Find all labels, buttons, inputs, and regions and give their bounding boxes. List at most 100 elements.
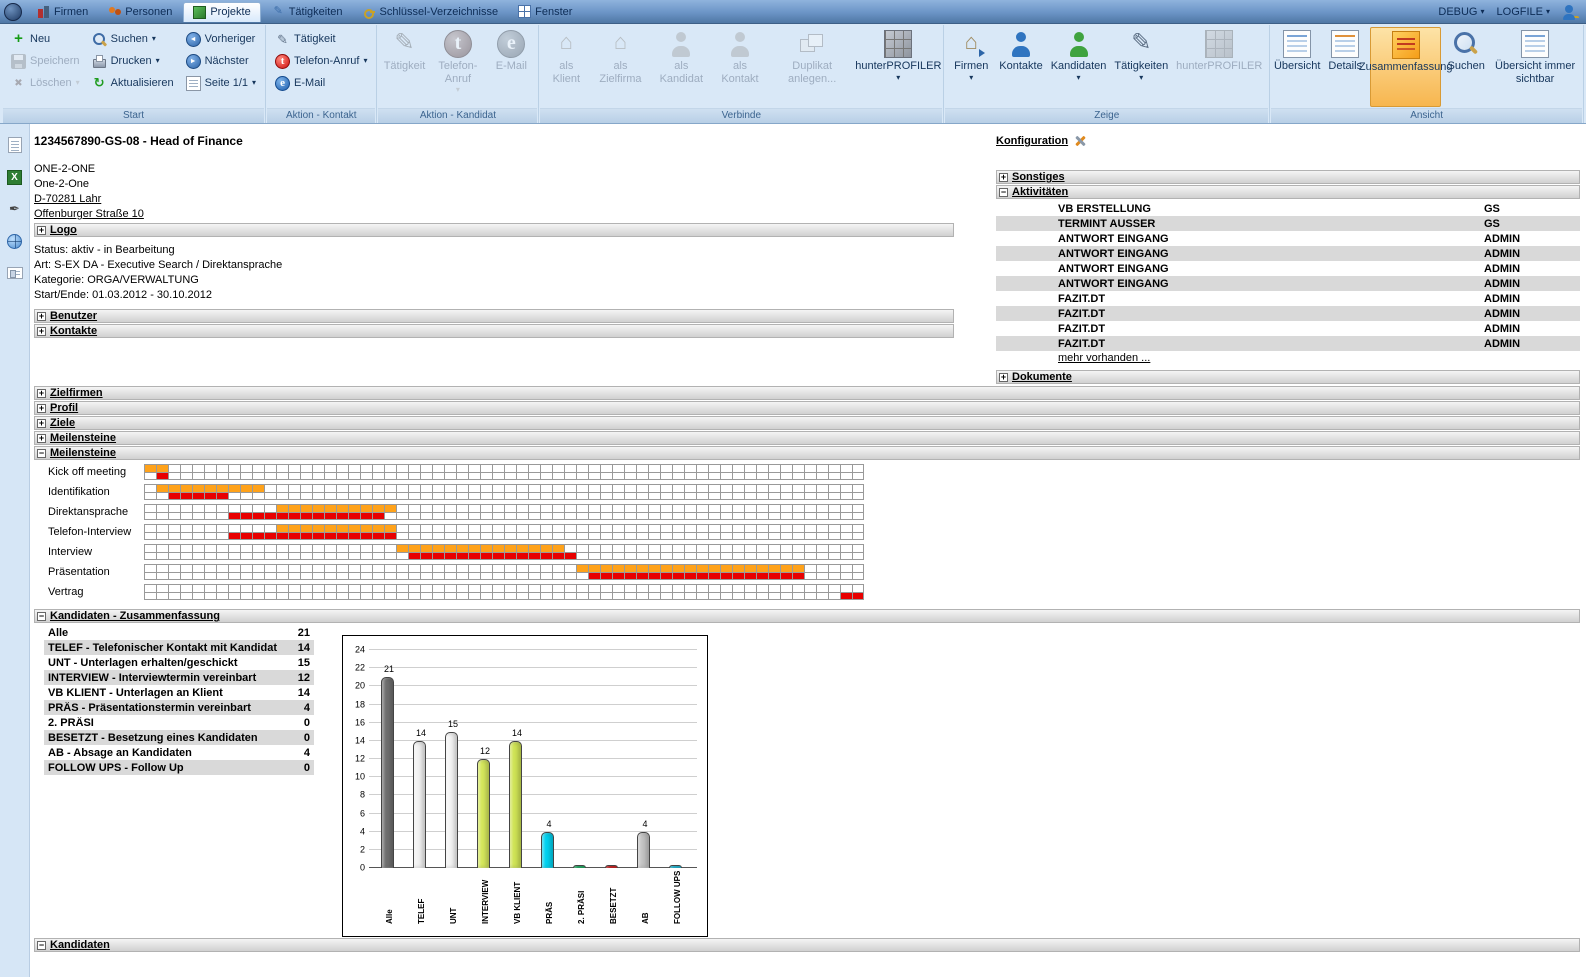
toolbar-button-document-icon[interactable]: [6, 136, 24, 154]
konfiguration-label[interactable]: Konfiguration: [996, 135, 1068, 147]
button-neu[interactable]: Neu: [6, 29, 85, 49]
tab-fenster[interactable]: Fenster: [509, 2, 581, 22]
section-label-logo[interactable]: Logo: [50, 224, 77, 236]
button-als-klient: als Klient: [543, 27, 589, 107]
button-nächster[interactable]: Nächster: [181, 51, 261, 71]
company-street-link[interactable]: Offenburger Straße 10: [34, 207, 954, 222]
app-logo-icon[interactable]: [4, 3, 22, 21]
pencil-icon: [390, 30, 418, 58]
section-label-ziele[interactable]: Ziele: [50, 417, 75, 429]
section-label-kontakte[interactable]: Kontakte: [50, 325, 97, 337]
section-meilensteine-collapsed[interactable]: Meilensteine: [34, 431, 1580, 445]
section-kontakte[interactable]: Kontakte: [34, 324, 954, 338]
section-label-profil[interactable]: Profil: [50, 402, 78, 414]
section-benutzer[interactable]: Benutzer: [34, 309, 954, 323]
expand-icon[interactable]: [37, 389, 46, 398]
activity-row[interactable]: FAZIT.DTADMIN: [996, 336, 1580, 351]
activity-row[interactable]: FAZIT.DTADMIN: [996, 291, 1580, 306]
section-label-dokumente[interactable]: Dokumente: [1012, 371, 1072, 383]
collapse-icon[interactable]: [999, 188, 1008, 197]
activity-row[interactable]: ANTWORT EINGANGADMIN: [996, 276, 1580, 291]
section-kandidaten[interactable]: Kandidaten: [34, 938, 1580, 952]
tab-personen[interactable]: Personen: [99, 2, 181, 22]
section-profil[interactable]: Profil: [34, 401, 1580, 415]
expand-icon[interactable]: [999, 173, 1008, 182]
section-label-aktivitaeten[interactable]: Aktivitäten: [1012, 186, 1068, 198]
activity-row[interactable]: FAZIT.DTADMIN: [996, 306, 1580, 321]
section-ziele[interactable]: Ziele: [34, 416, 1580, 430]
button-e-mail[interactable]: E-Mail: [270, 73, 372, 93]
company-name-2[interactable]: One-2-One: [34, 177, 954, 192]
section-kandidaten-zusammenfassung[interactable]: Kandidaten - Zusammenfassung: [34, 609, 1580, 623]
section-label-kandidaten[interactable]: Kandidaten: [50, 939, 110, 951]
section-label-meilensteine-expanded[interactable]: Meilensteine: [50, 447, 116, 459]
tab-projekte[interactable]: Projekte: [183, 2, 260, 22]
gantt-cell: [756, 532, 768, 540]
section-logo[interactable]: Logo: [34, 223, 954, 237]
section-sonstiges[interactable]: Sonstiges: [996, 170, 1580, 184]
button-firmen[interactable]: Firmen: [948, 27, 994, 107]
section-zielfirmen[interactable]: Zielfirmen: [34, 386, 1580, 400]
button-seite-1-1[interactable]: Seite 1/1: [181, 73, 261, 93]
button-suchen[interactable]: Suchen: [1443, 27, 1489, 107]
gantt-cell: [144, 552, 156, 560]
x-tick-label: INTERVIEW: [481, 880, 490, 924]
expand-icon[interactable]: [37, 434, 46, 443]
section-label-zielfirmen[interactable]: Zielfirmen: [50, 387, 103, 399]
tab-taetigkeiten[interactable]: Tätigkeiten: [263, 2, 352, 22]
more-activities-link[interactable]: mehr vorhanden ...: [996, 351, 1580, 366]
section-label-kandidaten-zusammenfassung[interactable]: Kandidaten - Zusammenfassung: [50, 610, 220, 622]
section-aktivitaeten[interactable]: Aktivitäten: [996, 185, 1580, 199]
activity-row[interactable]: ANTWORT EINGANGADMIN: [996, 231, 1580, 246]
button-kandidaten[interactable]: Kandidaten: [1048, 27, 1110, 107]
button-hunterprofiler[interactable]: hunterPROFILER: [857, 27, 939, 107]
button-übersicht[interactable]: Übersicht: [1274, 27, 1320, 107]
expand-icon[interactable]: [999, 373, 1008, 382]
section-label-meilensteine[interactable]: Meilensteine: [50, 432, 116, 444]
collapse-icon[interactable]: [37, 941, 46, 950]
toolbar-button-excel-icon[interactable]: [6, 168, 24, 186]
section-label-benutzer[interactable]: Benutzer: [50, 310, 97, 322]
expand-icon[interactable]: [37, 226, 46, 235]
collapse-icon[interactable]: [37, 449, 46, 458]
activity-row[interactable]: VB ERSTELLUNGGS: [996, 201, 1580, 216]
button-vorheriger[interactable]: Vorheriger: [181, 29, 261, 49]
gantt-cell: [672, 572, 684, 580]
section-dokumente[interactable]: Dokumente: [996, 370, 1580, 384]
activity-row[interactable]: FAZIT.DTADMIN: [996, 321, 1580, 336]
section-label-sonstiges[interactable]: Sonstiges: [1012, 171, 1065, 183]
collapse-icon[interactable]: [37, 612, 46, 621]
button-zusammenfassung[interactable]: Zusammenfassung: [1370, 27, 1441, 107]
toolbar-button-globe-icon[interactable]: [6, 232, 24, 250]
button-aktualisieren[interactable]: Aktualisieren: [87, 73, 179, 93]
button-tätigkeit[interactable]: Tätigkeit: [270, 29, 372, 49]
button-telefon-anruf[interactable]: Telefon-Anruf: [270, 51, 372, 71]
expand-icon[interactable]: [37, 404, 46, 413]
gantt-cell: [216, 492, 228, 500]
button-kontakte[interactable]: Kontakte: [996, 27, 1045, 107]
gantt-cell: [552, 484, 564, 492]
toolbar-button-contact-card-icon[interactable]: [6, 264, 24, 282]
activity-row[interactable]: ANTWORT EINGANGADMIN: [996, 261, 1580, 276]
button-tätigkeiten[interactable]: Tätigkeiten: [1111, 27, 1171, 107]
company-city-link[interactable]: D-70281 Lahr: [34, 192, 954, 207]
tab-schluessel-verzeichnisse[interactable]: Schlüssel-Verzeichnisse: [354, 2, 508, 22]
konfiguration-link[interactable]: Konfiguration: [996, 134, 1580, 148]
menu-logfile[interactable]: LOGFILE: [1497, 6, 1550, 18]
expand-icon[interactable]: [37, 419, 46, 428]
gantt-cell: [624, 472, 636, 480]
tab-firmen[interactable]: Firmen: [28, 2, 97, 22]
activity-row[interactable]: TERMINT AUSSERGS: [996, 216, 1580, 231]
toolbar-button-signature-icon[interactable]: [6, 200, 24, 218]
section-meilensteine[interactable]: Meilensteine: [34, 446, 1580, 460]
expand-icon[interactable]: [37, 312, 46, 321]
menu-debug[interactable]: DEBUG: [1438, 6, 1484, 18]
button-suchen[interactable]: Suchen: [87, 29, 179, 49]
gantt-cell: [492, 592, 504, 600]
expand-icon[interactable]: [37, 327, 46, 336]
gantt-cell: [480, 544, 492, 552]
activity-row[interactable]: ANTWORT EINGANGADMIN: [996, 246, 1580, 261]
button-drucken[interactable]: Drucken: [87, 51, 179, 71]
button-übersicht-immer-sichtbar[interactable]: Übersicht immer sichtbar: [1491, 27, 1579, 107]
gantt-cell: [588, 484, 600, 492]
